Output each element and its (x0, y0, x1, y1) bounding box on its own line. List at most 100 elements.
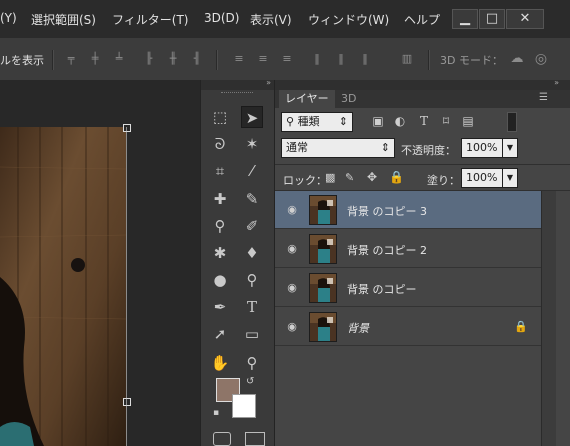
menu-item-help[interactable]: ヘルプ (404, 11, 440, 28)
lasso-tool-icon[interactable]: ᘐ (209, 133, 231, 155)
filter-type-layers-icon[interactable]: T (417, 114, 431, 128)
lock-position-icon[interactable]: ✥ (367, 170, 377, 184)
maximize-button[interactable]: □ (479, 9, 505, 29)
hand-tool-icon[interactable]: ✋ (209, 352, 231, 374)
distribute-vertical-center-icon[interactable]: ≡ (256, 52, 270, 66)
opacity-label: 不透明度： (401, 144, 456, 157)
rectangular-marquee-tool-icon[interactable]: ⬚ (209, 106, 231, 128)
align-top-icon[interactable]: ╤ (64, 52, 78, 66)
layer-row[interactable]: ◉ 背景 のコピー (275, 269, 542, 307)
brush-tool-icon[interactable]: ✎ (241, 188, 263, 210)
layer-thumbnail[interactable] (309, 195, 337, 225)
opacity-dropdown-icon[interactable]: ▼ (502, 138, 518, 158)
distribute-top-icon[interactable]: ≡ (232, 52, 246, 66)
menu-item-filter[interactable]: フィルター(T) (112, 11, 188, 28)
distribute-horizontal-center-icon[interactable]: ‖ (334, 52, 348, 66)
distribute-left-icon[interactable]: ‖ (310, 52, 324, 66)
3d-orbit-icon[interactable]: ☁ (508, 52, 526, 66)
fill-input[interactable]: 100% (461, 168, 503, 188)
collapse-icon[interactable]: » (554, 78, 559, 87)
align-horizontal-center-icon[interactable]: ╫ (166, 52, 180, 66)
menu-item-window[interactable]: ウィンドウ(W) (308, 11, 389, 28)
tab-3d[interactable]: 3D (335, 90, 362, 108)
distribute-bottom-icon[interactable]: ≡ (280, 52, 294, 66)
rectangle-shape-tool-icon[interactable]: ▭ (241, 323, 263, 345)
move-tool-icon[interactable]: ➤ (241, 106, 263, 128)
menu-item-select[interactable]: 選択範囲(S) (31, 11, 96, 28)
show-transform-controls-label[interactable]: ルを表示 (0, 52, 44, 68)
quick-mask-icon[interactable] (213, 432, 231, 446)
align-left-icon[interactable]: ╟ (142, 52, 156, 66)
layer-name[interactable]: 背景 のコピー (347, 281, 417, 297)
document-canvas[interactable] (0, 80, 200, 446)
layer-row[interactable]: ◉ 背景 のコピー 3 (275, 191, 542, 229)
align-vertical-center-icon[interactable]: ╪ (88, 52, 102, 66)
filter-toggle-switch[interactable] (507, 112, 517, 132)
layer-name[interactable]: 背景 のコピー 2 (347, 242, 427, 258)
close-button[interactable]: ✕ (506, 9, 544, 29)
toolbox-header[interactable]: » (201, 78, 275, 90)
path-selection-tool-icon[interactable]: ➚ (209, 323, 231, 345)
layer-name[interactable]: 背景 (347, 320, 369, 336)
menu-item-3d[interactable]: 3D(D) (204, 11, 239, 25)
visibility-eye-icon[interactable]: ◉ (285, 320, 299, 334)
visibility-eye-icon[interactable]: ◉ (285, 281, 299, 295)
filter-shape-layers-icon[interactable]: ⌑ (439, 114, 453, 128)
document-image (0, 127, 126, 446)
lock-transparent-pixels-icon[interactable]: ▩ (325, 171, 335, 184)
filter-kind-label: 種類 (297, 115, 320, 128)
align-right-icon[interactable]: ╢ (190, 52, 204, 66)
layer-thumbnail[interactable] (309, 312, 337, 342)
blend-mode-select[interactable]: 通常 ⇕ (281, 138, 395, 158)
collapse-icon[interactable]: » (266, 78, 271, 87)
layer-thumbnail[interactable] (309, 273, 337, 303)
default-colors-icon[interactable]: ▪ (213, 408, 219, 418)
opacity-input[interactable]: 100% (461, 138, 503, 158)
filter-adjustment-layers-icon[interactable]: ◐ (393, 114, 407, 128)
visibility-eye-icon[interactable]: ◉ (285, 203, 299, 217)
clone-stamp-tool-icon[interactable]: ⚲ (209, 215, 231, 237)
transform-handle[interactable] (123, 124, 131, 132)
drag-grip[interactable] (221, 92, 253, 95)
magic-wand-tool-icon[interactable]: ✶ (241, 133, 263, 155)
toolbox-panel: » ⬚ ➤ ᘐ ✶ ⌗ ⁄ ✚ ✎ ⚲ ✐ ✱ ♦ ● ⚲ ✒ T ➚ ▭ ✋ … (200, 78, 275, 446)
dodge-tool-icon[interactable]: ⚲ (241, 269, 263, 291)
filter-kind-select[interactable]: ⚲ 種類 ⇕ (281, 112, 353, 132)
panel-menu-icon[interactable]: ☰ (539, 92, 548, 103)
zoom-tool-icon[interactable]: ⚲ (241, 352, 263, 374)
fill-dropdown-icon[interactable]: ▼ (502, 168, 518, 188)
eyedropper-tool-icon[interactable]: ⁄ (241, 160, 263, 182)
layers-scrollbar[interactable] (541, 191, 556, 446)
lock-image-pixels-icon[interactable]: ✎ (345, 171, 354, 184)
pen-tool-icon[interactable]: ✒ (209, 296, 231, 318)
layer-name[interactable]: 背景 のコピー 3 (347, 203, 427, 219)
history-brush-tool-icon[interactable]: ✐ (241, 215, 263, 237)
3d-roll-icon[interactable]: ◎ (532, 52, 550, 66)
align-bottom-icon[interactable]: ╧ (112, 52, 126, 66)
filter-smart-objects-icon[interactable]: ▤ (461, 114, 475, 128)
swap-colors-icon[interactable]: ↺ (246, 376, 254, 387)
screen-mode-icon[interactable] (245, 432, 265, 446)
menu-item-edit[interactable]: (Y) (0, 11, 17, 25)
layer-row[interactable]: ◉ 背景 のコピー 2 (275, 230, 542, 268)
lock-all-icon[interactable]: 🔒 (389, 170, 404, 184)
paint-bucket-tool-icon[interactable]: ♦ (241, 242, 263, 264)
layer-row[interactable]: ◉ 背景 🔒 (275, 308, 542, 346)
crop-tool-icon[interactable]: ⌗ (209, 160, 231, 182)
tab-layers[interactable]: レイヤー (279, 90, 335, 108)
background-color-swatch[interactable] (232, 394, 256, 418)
visibility-eye-icon[interactable]: ◉ (285, 242, 299, 256)
layer-thumbnail[interactable] (309, 234, 337, 264)
distribute-right-icon[interactable]: ‖ (358, 52, 372, 66)
healing-brush-tool-icon[interactable]: ✚ (209, 188, 231, 210)
transform-bounding-edge (126, 127, 127, 446)
panel-header[interactable]: » (275, 78, 570, 90)
menu-item-view[interactable]: 表示(V) (250, 11, 292, 28)
minimize-button[interactable]: ▁ (452, 9, 478, 29)
blur-tool-icon[interactable]: ● (209, 269, 231, 291)
auto-align-icon[interactable]: ▥ (400, 52, 414, 66)
type-tool-icon[interactable]: T (241, 296, 263, 318)
eraser-tool-icon[interactable]: ✱ (209, 242, 231, 264)
filter-pixel-layers-icon[interactable]: ▣ (371, 114, 385, 128)
transform-handle[interactable] (123, 398, 131, 406)
